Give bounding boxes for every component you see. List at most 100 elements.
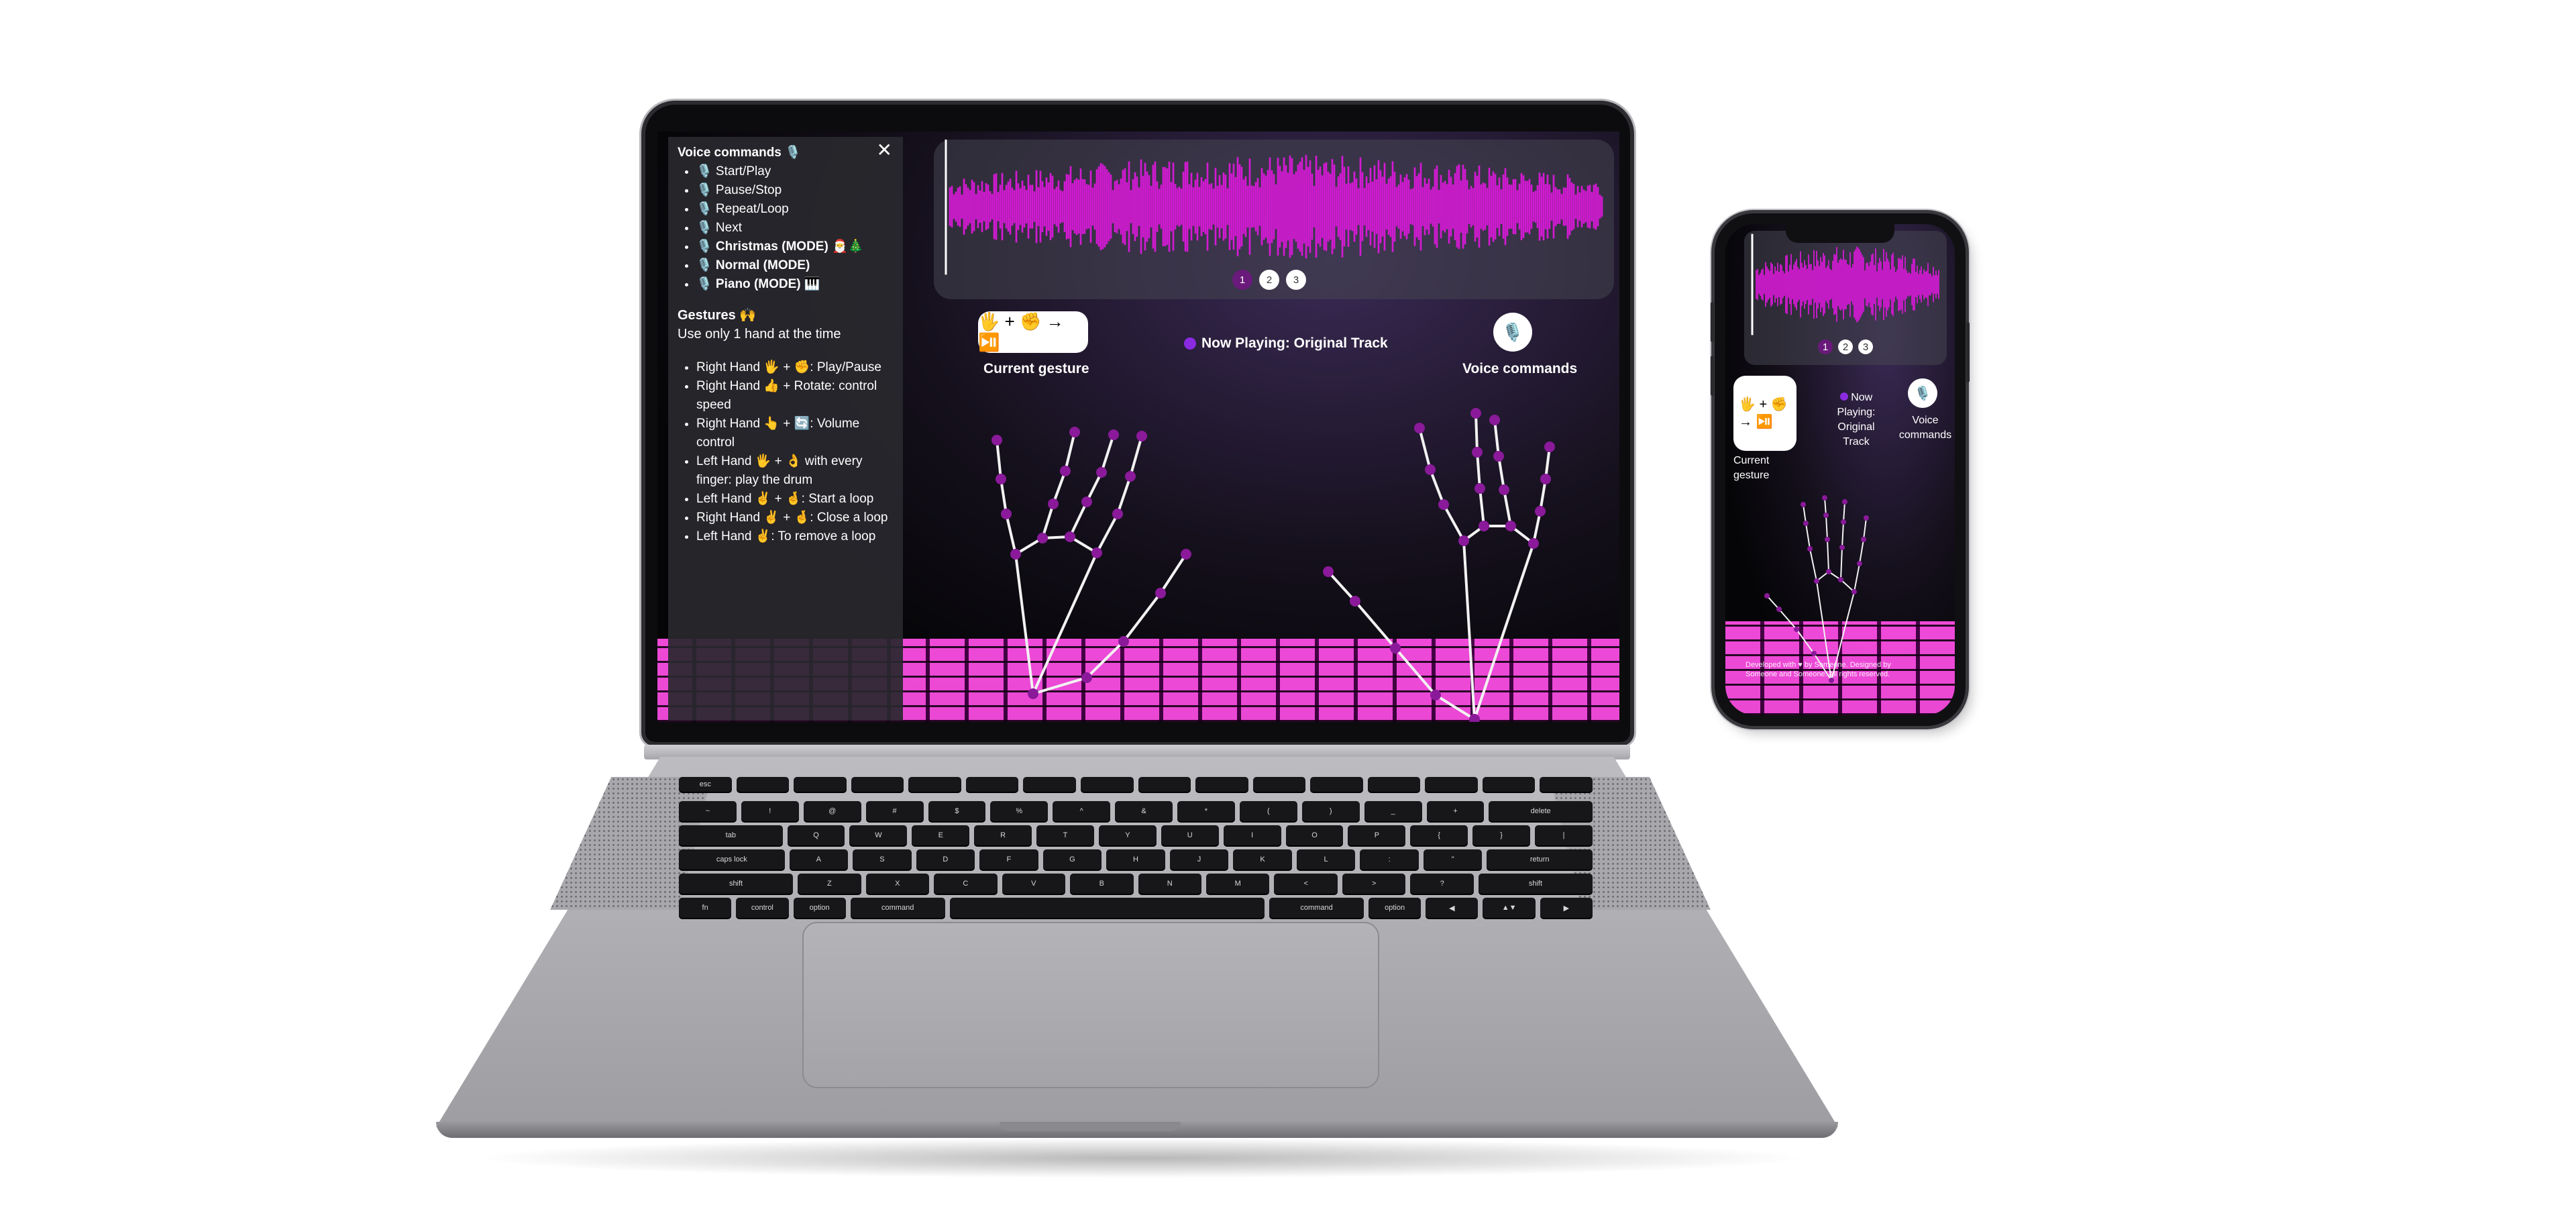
keyboard-key[interactable]: control xyxy=(736,898,789,918)
keyboard-key[interactable]: P xyxy=(1348,825,1406,845)
keyboard-key[interactable]: I xyxy=(1223,825,1281,845)
keyboard-key[interactable]: Q xyxy=(787,825,845,845)
keyboard: esc ~! @ # $% ^ & *() _ + delete tab Q W E R T Y U I O P{} | ca… xyxy=(679,777,1593,918)
keyboard-key[interactable]: return xyxy=(1487,849,1593,870)
keyboard-key[interactable]: " xyxy=(1423,849,1483,870)
keyboard-key[interactable]: > xyxy=(1342,874,1406,894)
keyboard-key[interactable] xyxy=(908,777,961,792)
keyboard-key[interactable]: { xyxy=(1410,825,1468,845)
keyboard-key[interactable]: G xyxy=(1042,849,1102,870)
keyboard-key[interactable]: _ xyxy=(1364,801,1422,821)
page-button-2[interactable]: 2 xyxy=(1259,270,1279,290)
keyboard-key[interactable]: command xyxy=(850,898,945,918)
keyboard-key[interactable]: B xyxy=(1070,874,1134,894)
keyboard-key[interactable]: shift xyxy=(1478,874,1593,894)
hand-joint xyxy=(1535,506,1546,517)
gestures-list: Right Hand 🖐️ + ✊: Play/PauseRight Hand … xyxy=(696,358,894,546)
keyboard-key[interactable]: command xyxy=(1269,898,1364,918)
keyboard-key[interactable]: O xyxy=(1285,825,1344,845)
keyboard-key[interactable] xyxy=(794,777,847,792)
keyboard-key[interactable]: Z xyxy=(798,874,861,894)
keyboard-key[interactable]: esc xyxy=(679,777,732,792)
keyboard-key[interactable]: ? xyxy=(1410,874,1474,894)
keyboard-key[interactable]: ) xyxy=(1301,801,1360,821)
keyboard-key[interactable]: ▶ xyxy=(1540,898,1593,918)
phone-page-pager: 123 xyxy=(1818,339,1873,354)
keyboard-key[interactable]: H xyxy=(1106,849,1165,870)
trackpad[interactable] xyxy=(802,922,1379,1088)
hand-bone xyxy=(1434,694,1476,721)
keyboard-key[interactable]: U xyxy=(1161,825,1219,845)
keyboard-key[interactable] xyxy=(851,777,904,792)
keyboard-key[interactable]: C xyxy=(934,874,998,894)
page-button-2[interactable]: 2 xyxy=(1838,339,1853,354)
keyboard-key[interactable]: ^ xyxy=(1053,801,1111,821)
keyboard-key[interactable]: @ xyxy=(803,801,861,821)
keyboard-key[interactable]: option xyxy=(1368,898,1421,918)
keyboard-key[interactable]: M xyxy=(1205,874,1270,894)
keyboard-key[interactable]: fn xyxy=(679,898,732,918)
voice-commands-button[interactable]: 🎙️ xyxy=(1493,313,1532,352)
keyboard-key[interactable]: shift xyxy=(679,874,794,894)
keyboard-key[interactable]: < xyxy=(1274,874,1338,894)
keyboard-key[interactable] xyxy=(1252,777,1306,792)
keyboard-key[interactable]: K xyxy=(1233,849,1292,870)
keyboard-key[interactable]: delete xyxy=(1489,801,1593,821)
keyboard-key[interactable]: % xyxy=(990,801,1049,821)
keyboard-key[interactable]: T xyxy=(1036,825,1094,845)
keyboard-key[interactable]: ▲▼ xyxy=(1483,898,1536,918)
keyboard-key[interactable]: $ xyxy=(928,801,986,821)
keyboard-key[interactable]: ~ xyxy=(679,801,737,821)
hand-joint xyxy=(1479,521,1489,531)
keyboard-key[interactable] xyxy=(1023,777,1076,792)
keyboard-key[interactable]: F xyxy=(979,849,1038,870)
keyboard-key[interactable]: caps lock xyxy=(679,849,785,870)
keyboard-key[interactable]: tab xyxy=(679,825,783,845)
keyboard-key[interactable]: * xyxy=(1177,801,1235,821)
page-button-3[interactable]: 3 xyxy=(1286,270,1306,290)
keyboard-key[interactable]: W xyxy=(849,825,908,845)
keyboard-key[interactable] xyxy=(1138,777,1191,792)
keyboard-key[interactable] xyxy=(1195,777,1248,792)
keyboard-key[interactable] xyxy=(965,777,1019,792)
keyboard-key[interactable]: & xyxy=(1115,801,1173,821)
keyboard-key[interactable]: L xyxy=(1296,849,1356,870)
phone-voice-commands-button[interactable]: 🎙️ xyxy=(1908,378,1937,408)
keyboard-key[interactable]: option xyxy=(793,898,846,918)
keyboard-key[interactable]: D xyxy=(916,849,975,870)
keyboard-key[interactable] xyxy=(736,777,790,792)
keyboard-key[interactable]: ! xyxy=(741,801,799,821)
keyboard-key[interactable]: S xyxy=(853,849,912,870)
keyboard-key[interactable]: A xyxy=(789,849,849,870)
keyboard-key[interactable]: N xyxy=(1138,874,1201,894)
keyboard-key[interactable]: # xyxy=(865,801,924,821)
keyboard-key[interactable] xyxy=(1080,777,1134,792)
hand-joint xyxy=(1857,561,1862,566)
keyboard-key[interactable] xyxy=(1310,777,1363,792)
keyboard-key[interactable]: E xyxy=(912,825,970,845)
page-button-1[interactable]: 1 xyxy=(1818,339,1833,354)
hand-joint xyxy=(1048,499,1059,509)
keyboard-key[interactable]: R xyxy=(974,825,1032,845)
keyboard-key[interactable]: : xyxy=(1360,849,1419,870)
keyboard-key[interactable] xyxy=(1425,777,1478,792)
hand-bone xyxy=(1159,553,1187,594)
page-button-3[interactable]: 3 xyxy=(1858,339,1873,354)
close-icon[interactable]: ✕ xyxy=(877,141,892,160)
keyboard-key[interactable] xyxy=(949,898,1265,918)
hand-joint xyxy=(1839,545,1845,550)
hand-bone xyxy=(1805,523,1811,549)
keyboard-key[interactable]: | xyxy=(1535,825,1593,845)
page-button-1[interactable]: 1 xyxy=(1232,270,1252,290)
keyboard-key[interactable]: } xyxy=(1472,825,1531,845)
keyboard-key[interactable] xyxy=(1540,777,1593,792)
keyboard-key[interactable]: Y xyxy=(1098,825,1157,845)
keyboard-key[interactable] xyxy=(1367,777,1421,792)
keyboard-key[interactable]: ( xyxy=(1239,801,1297,821)
keyboard-key[interactable]: X xyxy=(865,874,930,894)
keyboard-key[interactable]: J xyxy=(1169,849,1229,870)
keyboard-key[interactable]: V xyxy=(1002,874,1066,894)
keyboard-key[interactable]: ◀ xyxy=(1426,898,1479,918)
keyboard-key[interactable] xyxy=(1482,777,1536,792)
keyboard-key[interactable]: + xyxy=(1426,801,1485,821)
